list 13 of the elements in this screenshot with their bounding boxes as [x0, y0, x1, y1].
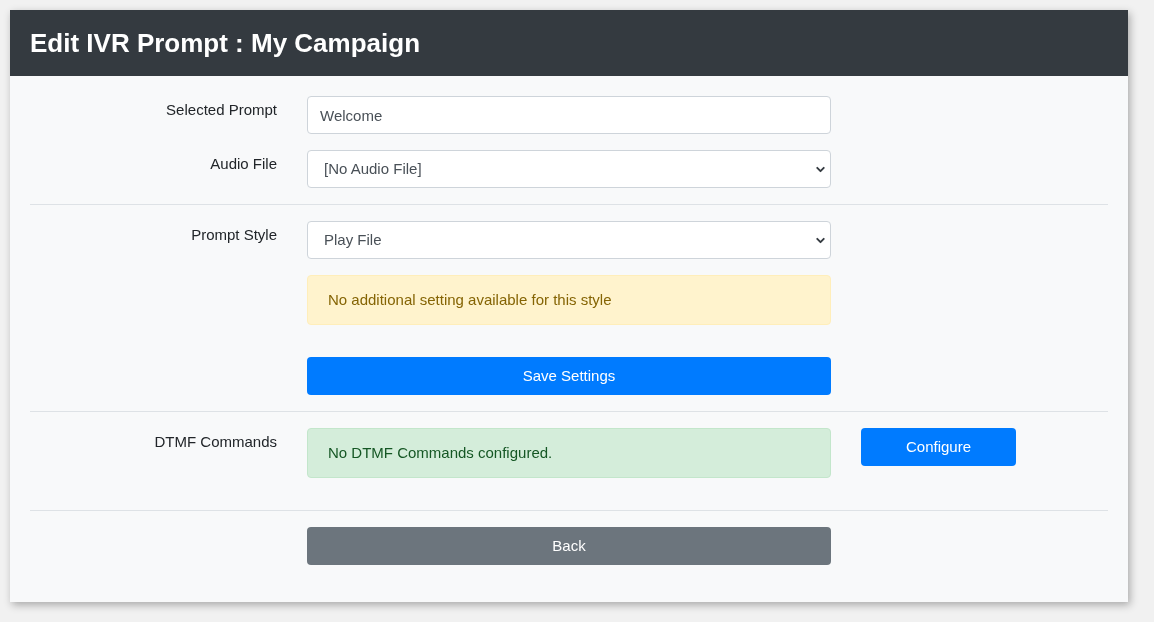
- info-notice: No DTMF Commands configured.: [307, 428, 831, 478]
- configure-button[interactable]: Configure: [861, 428, 1016, 466]
- save-settings-button[interactable]: Save Settings: [307, 357, 831, 395]
- warning-notice: No additional setting available for this style: [307, 275, 831, 325]
- dropdown[interactable]: [No Audio File]: [307, 150, 831, 188]
- field-label: Selected Prompt: [166, 100, 277, 120]
- text-field[interactable]: Welcome: [307, 96, 831, 134]
- field-label: DTMF Commands: [154, 432, 277, 452]
- back-button[interactable]: Back: [307, 527, 831, 565]
- dropdown[interactable]: Play File: [307, 221, 831, 259]
- page-title: Edit IVR Prompt : My Campaign: [30, 26, 421, 60]
- field-label: Audio File: [210, 154, 277, 174]
- field-label: Prompt Style: [191, 225, 277, 245]
